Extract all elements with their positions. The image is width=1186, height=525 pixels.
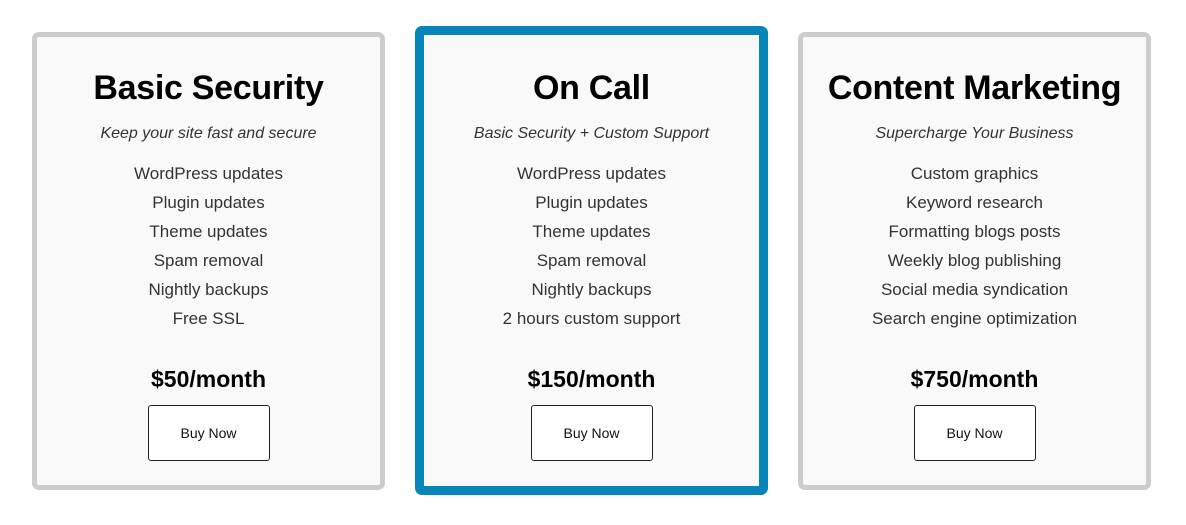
plan-price: $50/month [150,366,267,392]
feature-item: Theme updates [532,222,651,241]
feature-item: Keyword research [905,193,1043,212]
feature-item: Weekly blog publishing [887,251,1062,270]
buy-now-button[interactable]: Buy Now [530,405,653,461]
buy-now-button[interactable]: Buy Now [913,405,1036,461]
feature-item: Spam removal [536,251,647,270]
feature-item: Nightly backups [148,280,269,299]
plan-card-content-marketing: Content Marketing Supercharge Your Busin… [798,32,1151,490]
feature-item: Search engine optimization [871,309,1078,328]
feature-item: Nightly backups [531,280,652,299]
plan-price: $150/month [527,366,656,392]
feature-item: Plugin updates [152,193,265,212]
plan-card-content: On Call Basic Security + Custom Support … [424,65,759,461]
plan-title: On Call [533,69,650,107]
feature-item: Plugin updates [535,193,648,212]
plan-subtitle: Keep your site fast and secure [100,125,317,142]
plan-card-content: Content Marketing Supercharge Your Busin… [803,65,1146,461]
feature-item: 2 hours custom support [502,309,681,328]
plan-card-content: Basic Security Keep your site fast and s… [37,65,380,461]
feature-list: WordPress updates Plugin updates Theme u… [37,159,380,333]
plan-subtitle: Basic Security + Custom Support [473,125,710,142]
buy-now-button[interactable]: Buy Now [147,405,270,461]
feature-list: Custom graphics Keyword research Formatt… [803,159,1146,333]
plan-title: Basic Security [93,69,324,107]
feature-item: Social media syndication [880,280,1069,299]
feature-list: WordPress updates Plugin updates Theme u… [424,159,759,333]
plan-price: $750/month [910,366,1039,392]
feature-item: WordPress updates [134,164,283,183]
plan-subtitle: Supercharge Your Business [875,125,1074,142]
feature-item: Formatting blogs posts [888,222,1061,241]
feature-item: Free SSL [172,309,245,328]
feature-item: Theme updates [149,222,268,241]
feature-item: Spam removal [153,251,264,270]
plan-card-on-call: On Call Basic Security + Custom Support … [415,26,768,495]
pricing-table: Basic Security Keep your site fast and s… [0,0,1186,525]
plan-title: Content Marketing [827,69,1122,107]
plan-card-basic-security: Basic Security Keep your site fast and s… [32,32,385,490]
feature-item: Custom graphics [910,164,1039,183]
feature-item: WordPress updates [517,164,666,183]
